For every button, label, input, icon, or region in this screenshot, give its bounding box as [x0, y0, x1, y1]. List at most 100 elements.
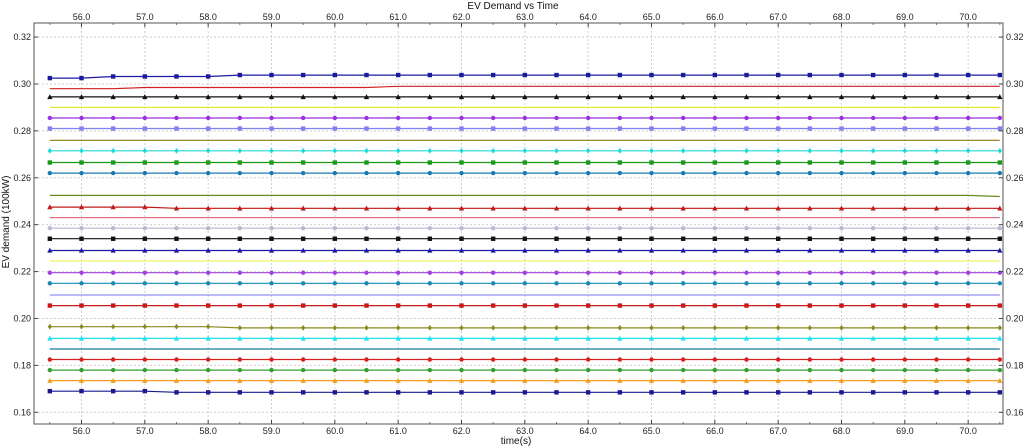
data-point	[585, 126, 591, 131]
data-point	[47, 160, 53, 165]
data-point	[680, 225, 686, 231]
x-tick-label-bottom: 64.0	[579, 426, 597, 436]
y-tick-label-right: 0.22	[1006, 267, 1023, 277]
data-point	[965, 270, 971, 275]
data-point	[490, 270, 496, 275]
data-point	[364, 72, 369, 78]
data-point	[775, 357, 781, 362]
data-point	[459, 357, 464, 362]
x-tick-label-bottom: 57.0	[136, 426, 154, 436]
data-point	[870, 236, 876, 241]
data-point	[110, 303, 116, 308]
data-point	[237, 126, 243, 131]
data-point	[934, 367, 939, 373]
data-point	[522, 170, 528, 176]
data-point	[269, 115, 274, 121]
data-point	[680, 115, 686, 121]
data-point	[870, 303, 876, 308]
data-point	[395, 270, 401, 275]
data-point	[902, 236, 908, 241]
data-point	[775, 170, 781, 176]
data-point	[269, 72, 274, 78]
y-tick-label-right: 0.18	[1006, 360, 1023, 370]
data-point	[300, 115, 306, 121]
x-tick-label-top: 61.0	[389, 12, 407, 22]
x-tick-label-top: 70.0	[959, 12, 977, 22]
data-point	[79, 388, 84, 394]
data-point	[712, 281, 718, 286]
data-point	[47, 270, 53, 275]
data-point	[332, 367, 338, 373]
x-tick-label-bottom: 60.0	[326, 426, 344, 436]
data-point	[522, 367, 528, 373]
data-point	[205, 115, 211, 121]
data-point	[649, 367, 654, 373]
data-point	[364, 270, 369, 275]
data-point	[174, 270, 179, 275]
data-point	[395, 115, 401, 121]
data-point	[174, 367, 179, 373]
data-point	[712, 126, 718, 131]
data-point	[47, 236, 53, 241]
data-point	[744, 281, 749, 286]
data-point	[839, 225, 844, 231]
data-point	[490, 390, 496, 395]
data-point	[300, 72, 306, 78]
data-point	[427, 126, 433, 131]
data-point	[459, 115, 464, 121]
chart-title: EV Demand vs Time	[467, 1, 559, 12]
data-point	[300, 170, 306, 176]
data-point	[997, 236, 1003, 241]
data-point	[617, 72, 623, 78]
data-point	[142, 126, 148, 131]
data-point	[332, 303, 338, 308]
data-point	[617, 281, 623, 286]
data-point	[205, 303, 211, 308]
data-point	[744, 170, 749, 176]
data-point	[427, 281, 433, 286]
data-point	[839, 390, 844, 395]
data-point	[617, 303, 623, 308]
data-point	[807, 357, 813, 362]
data-point	[775, 281, 781, 286]
data-point	[554, 170, 559, 176]
data-point	[332, 115, 338, 121]
data-point	[205, 281, 211, 286]
data-point	[807, 236, 813, 241]
data-point	[205, 225, 211, 231]
data-point	[237, 357, 243, 362]
data-point	[427, 225, 433, 231]
data-point	[744, 367, 749, 373]
data-point	[364, 281, 369, 286]
data-point	[775, 225, 781, 231]
data-point	[807, 115, 813, 121]
data-point	[775, 115, 781, 121]
data-point	[174, 281, 179, 286]
data-point	[395, 357, 401, 362]
data-point	[965, 236, 971, 241]
data-point	[839, 115, 844, 121]
data-point	[205, 270, 211, 275]
data-point	[300, 225, 306, 231]
data-point	[965, 115, 971, 121]
x-tick-label-top: 60.0	[326, 12, 344, 22]
data-point	[395, 236, 401, 241]
data-point	[902, 160, 908, 165]
data-point	[237, 390, 243, 395]
data-point	[680, 303, 686, 308]
data-point	[490, 160, 496, 165]
data-point	[712, 367, 718, 373]
data-point	[712, 270, 718, 275]
data-point	[680, 390, 686, 395]
data-point	[174, 357, 179, 362]
data-point	[649, 357, 654, 362]
data-point	[237, 281, 243, 286]
data-point	[269, 303, 274, 308]
y-tick-label-left: 0.26	[13, 173, 31, 183]
data-point	[332, 281, 338, 286]
data-point	[269, 281, 274, 286]
x-tick-label-bottom: 67.0	[769, 426, 787, 436]
data-point	[902, 126, 908, 131]
data-point	[79, 281, 84, 286]
data-point	[269, 170, 274, 176]
